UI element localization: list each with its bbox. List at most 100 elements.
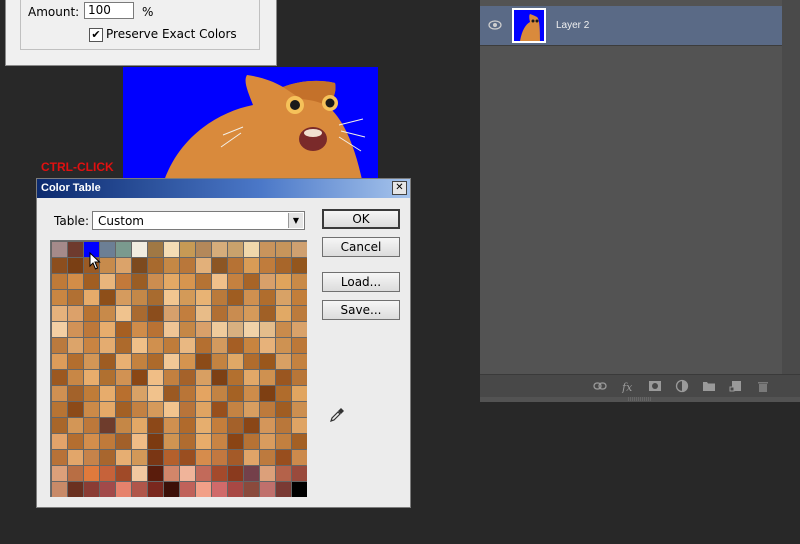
table-select[interactable]: Custom ▼ — [92, 211, 305, 230]
color-swatch[interactable] — [276, 466, 291, 481]
color-swatch[interactable] — [292, 258, 307, 273]
folder-icon[interactable] — [702, 379, 716, 393]
color-swatch[interactable] — [116, 466, 131, 481]
color-swatch[interactable] — [52, 466, 67, 481]
color-swatch[interactable] — [276, 338, 291, 353]
color-swatch[interactable] — [180, 450, 195, 465]
color-swatch[interactable] — [164, 466, 179, 481]
ok-button[interactable]: OK — [322, 209, 400, 229]
color-swatch[interactable] — [148, 290, 163, 305]
color-swatch[interactable] — [260, 370, 275, 385]
color-swatch[interactable] — [148, 258, 163, 273]
color-swatch[interactable] — [228, 306, 243, 321]
color-swatch[interactable] — [212, 434, 227, 449]
color-swatch[interactable] — [212, 482, 227, 497]
color-swatch[interactable] — [84, 466, 99, 481]
color-swatch[interactable] — [116, 418, 131, 433]
color-swatch[interactable] — [100, 258, 115, 273]
color-swatch[interactable] — [52, 274, 67, 289]
color-swatch[interactable] — [244, 466, 259, 481]
color-swatch[interactable] — [116, 274, 131, 289]
layer-row[interactable]: Layer 2 — [480, 6, 782, 45]
color-swatch[interactable] — [148, 466, 163, 481]
color-swatch[interactable] — [52, 386, 67, 401]
color-swatch[interactable] — [84, 386, 99, 401]
color-swatch[interactable] — [68, 402, 83, 417]
color-swatch[interactable] — [292, 290, 307, 305]
color-swatch[interactable] — [132, 450, 147, 465]
color-swatch[interactable] — [244, 338, 259, 353]
color-swatch[interactable] — [180, 434, 195, 449]
color-swatch[interactable] — [260, 290, 275, 305]
color-swatch[interactable] — [212, 450, 227, 465]
color-swatch[interactable] — [148, 322, 163, 337]
color-swatch[interactable] — [276, 290, 291, 305]
color-swatch[interactable] — [228, 322, 243, 337]
color-swatch[interactable] — [244, 306, 259, 321]
color-swatch[interactable] — [164, 338, 179, 353]
color-swatch[interactable] — [180, 306, 195, 321]
adjustment-layer-icon[interactable] — [675, 379, 689, 393]
dialog-titlebar[interactable]: Color Table ✕ — [37, 179, 410, 198]
color-swatch[interactable] — [180, 242, 195, 257]
color-swatch[interactable] — [276, 370, 291, 385]
color-swatch[interactable] — [180, 322, 195, 337]
color-swatch[interactable] — [68, 386, 83, 401]
color-swatch[interactable] — [244, 402, 259, 417]
color-swatch[interactable] — [292, 370, 307, 385]
color-swatch[interactable] — [52, 434, 67, 449]
color-swatch[interactable] — [228, 482, 243, 497]
amount-input[interactable]: 100 — [84, 2, 134, 19]
color-swatch[interactable] — [228, 402, 243, 417]
color-swatch[interactable] — [68, 450, 83, 465]
color-swatch[interactable] — [148, 482, 163, 497]
color-swatch[interactable] — [276, 418, 291, 433]
color-swatch[interactable] — [228, 258, 243, 273]
eye-icon[interactable] — [488, 20, 502, 30]
color-swatch[interactable] — [132, 370, 147, 385]
chevron-down-icon[interactable]: ▼ — [288, 213, 303, 228]
color-swatch[interactable] — [292, 434, 307, 449]
color-swatch[interactable] — [260, 322, 275, 337]
color-swatch[interactable] — [116, 242, 131, 257]
color-swatch[interactable] — [196, 258, 211, 273]
color-swatch[interactable] — [68, 242, 83, 257]
color-swatch[interactable] — [244, 370, 259, 385]
color-swatch[interactable] — [84, 306, 99, 321]
color-swatch[interactable] — [116, 354, 131, 369]
color-swatch[interactable] — [132, 306, 147, 321]
color-swatch[interactable] — [228, 450, 243, 465]
color-swatch[interactable] — [100, 370, 115, 385]
color-swatch[interactable] — [276, 482, 291, 497]
color-swatch[interactable] — [164, 290, 179, 305]
color-swatch[interactable] — [196, 354, 211, 369]
color-swatch[interactable] — [148, 402, 163, 417]
color-swatch[interactable] — [52, 450, 67, 465]
load-button[interactable]: Load... — [322, 272, 400, 292]
color-swatch[interactable] — [180, 338, 195, 353]
color-swatch[interactable] — [212, 242, 227, 257]
color-swatch[interactable] — [228, 354, 243, 369]
color-swatch[interactable] — [228, 386, 243, 401]
color-swatch[interactable] — [212, 466, 227, 481]
color-swatch[interactable] — [276, 258, 291, 273]
color-swatch[interactable] — [212, 306, 227, 321]
color-swatch[interactable] — [132, 386, 147, 401]
color-swatch[interactable] — [148, 434, 163, 449]
color-swatch[interactable] — [180, 370, 195, 385]
color-swatch[interactable] — [68, 434, 83, 449]
color-swatch[interactable] — [148, 418, 163, 433]
color-swatch[interactable] — [212, 370, 227, 385]
color-swatch[interactable] — [292, 242, 307, 257]
color-swatch-grid[interactable] — [50, 240, 307, 497]
color-swatch[interactable] — [52, 370, 67, 385]
color-swatch[interactable] — [164, 370, 179, 385]
color-swatch[interactable] — [212, 418, 227, 433]
color-swatch[interactable] — [164, 450, 179, 465]
color-swatch[interactable] — [276, 242, 291, 257]
close-icon[interactable]: ✕ — [392, 181, 407, 195]
panel-resize-grip[interactable] — [628, 397, 652, 401]
color-swatch[interactable] — [100, 290, 115, 305]
color-swatch[interactable] — [84, 434, 99, 449]
color-swatch[interactable] — [84, 322, 99, 337]
